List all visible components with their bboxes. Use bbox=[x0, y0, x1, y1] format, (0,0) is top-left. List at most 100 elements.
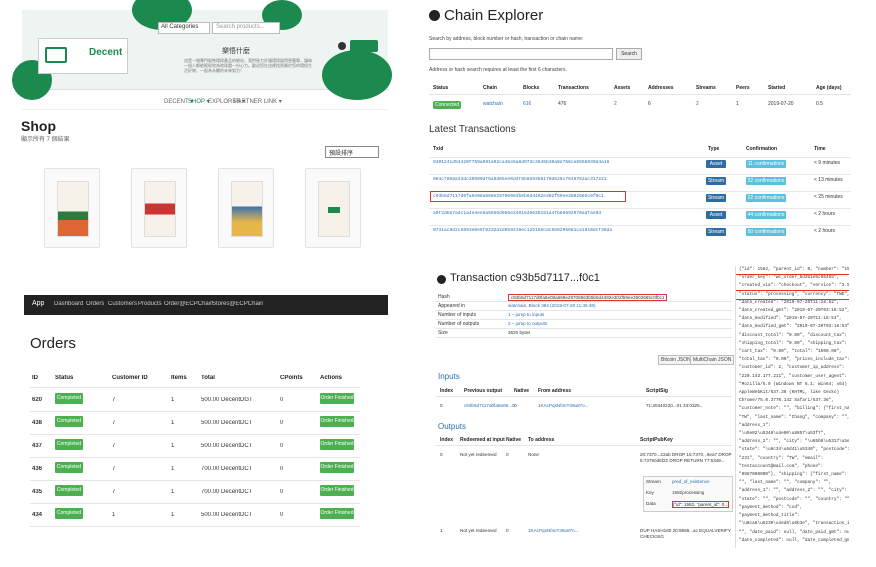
json-line: "created_via": "checkout", "version": "3… bbox=[739, 283, 849, 289]
multichain-json-button[interactable]: MultiChain JSON bbox=[690, 355, 735, 365]
order-id: 620 bbox=[32, 397, 43, 403]
status-col-header: Addresses bbox=[648, 85, 674, 91]
nav-partner-link[interactable]: PARTNER LINK ▾ bbox=[234, 98, 282, 105]
txid-link[interactable]: 0731ac9d2c5693e0e5f0232d2d959419ec125155… bbox=[433, 228, 629, 233]
input-cell[interactable]: 1KAcPqsNf4oT39u87o... bbox=[538, 403, 589, 408]
col-customer-id: Customer ID bbox=[112, 375, 148, 381]
category-select[interactable]: All Categories bbox=[158, 22, 210, 34]
tx-field-value[interactable]: watchain, Block 384 (2019-07-20 11:48:48… bbox=[508, 303, 596, 308]
nav-customers[interactable]: Customers bbox=[108, 301, 137, 307]
order-finished-button[interactable]: Order Finished bbox=[320, 439, 354, 450]
field-divider bbox=[436, 310, 732, 311]
order-status-badge: Completed bbox=[55, 393, 83, 404]
field-divider bbox=[436, 301, 732, 302]
status-cell: 6 bbox=[648, 101, 651, 107]
json-line: "order_key": "wc_order_5d3b1e5c96455", bbox=[739, 275, 840, 281]
txid-link[interactable]: 084cf8b8a33dc30500df6a8d65ee0d4f8b8b9356… bbox=[433, 177, 629, 182]
json-panel: {"id": 1582, "parent_id": 0, "number": "… bbox=[735, 266, 849, 548]
json-line: "231", "country": "TW", "email": bbox=[739, 455, 824, 461]
search-input[interactable]: Search products... bbox=[212, 22, 280, 34]
order-items: 1 bbox=[171, 420, 175, 426]
tx-type-badge: Stream bbox=[706, 194, 726, 202]
order-items: 1 bbox=[171, 443, 175, 449]
order-items: 1 bbox=[171, 512, 175, 518]
site-logo[interactable]: Decent bbox=[38, 38, 128, 74]
output-cell: 1 bbox=[440, 528, 443, 533]
nav-products[interactable]: Products bbox=[138, 301, 162, 307]
order-status-badge: Completed bbox=[55, 485, 83, 496]
nav-dashboard[interactable]: Dashboard bbox=[54, 301, 83, 307]
output-cell[interactable]: 1KAcPqsNf4oT39u87o... bbox=[528, 528, 579, 533]
shop-result-count: 顯示所有 7 個結果 bbox=[21, 137, 70, 143]
tx-field-value[interactable]: 1 – jump to inputs bbox=[508, 312, 544, 317]
order-status-badge: Completed bbox=[55, 416, 83, 427]
order-cpoints: 0 bbox=[280, 443, 284, 449]
nav-stores-ecpchain[interactable]: Stores@ECPChain bbox=[212, 301, 263, 307]
order-id: 435 bbox=[32, 489, 43, 495]
txid-link[interactable]: a0f2dbb7adc1a4e4ee6a5556d966e24015466361… bbox=[433, 211, 629, 216]
order-cpoints: 0 bbox=[280, 397, 284, 403]
json-line: "\u5e02\u5340\u4e00\u8857\u53f7", bbox=[739, 431, 826, 437]
json-line: "\u8ca8\u5230\u4ed8\u6b3e", "transaction… bbox=[739, 521, 849, 527]
output-cell: Not yet redeemed bbox=[460, 452, 497, 457]
output-col-header: ScriptPubKey bbox=[640, 437, 673, 443]
status-cell[interactable]: 616 bbox=[523, 101, 531, 107]
col-id: ID bbox=[32, 375, 38, 381]
admin-brand[interactable]: App bbox=[32, 300, 44, 307]
json-line: "total_tax": "0.00", "prices_include_tax… bbox=[739, 357, 849, 363]
order-finished-button[interactable]: Order Finished bbox=[320, 393, 354, 404]
json-line: Chrome/75.0.3770.142 Safari/537.36", bbox=[739, 398, 834, 404]
output-cell: 0 bbox=[440, 452, 443, 457]
explorer-search-button[interactable]: Search bbox=[616, 48, 642, 60]
nav-shop[interactable]: SHOP ▾ bbox=[188, 98, 210, 105]
table-row-divider bbox=[30, 457, 360, 458]
txid-link[interactable]: 9301241d54420f759a591a02ca4be5a8d973c364… bbox=[433, 160, 629, 165]
product-card[interactable] bbox=[44, 168, 100, 248]
field-divider bbox=[436, 328, 732, 329]
bitcoin-json-button[interactable]: Bitcoin JSON bbox=[658, 355, 694, 365]
order-finished-button[interactable]: Order Finished bbox=[320, 462, 354, 473]
tx-type-badge: Stream bbox=[706, 228, 726, 236]
field-divider bbox=[436, 319, 732, 320]
input-cell: 0 bbox=[514, 403, 517, 408]
nav-orders[interactable]: Orders bbox=[86, 301, 104, 307]
json-line: "customer_id": 2, "customer_ip_address": bbox=[739, 365, 845, 371]
user-icon[interactable] bbox=[338, 42, 346, 50]
tx-col-header: Confirmation bbox=[746, 146, 778, 152]
stream-value: 1582processing bbox=[672, 490, 705, 495]
stream-value: {"id": 1582, "parent_id": 0... bbox=[672, 501, 730, 508]
order-total: 500.00 DecentDCT bbox=[201, 420, 253, 426]
shop-nav: DECENT ▾ SHOP ▾ EXPLORER ▾ PARTNER LINK … bbox=[22, 94, 388, 110]
header-button[interactable] bbox=[350, 40, 378, 52]
status-cell[interactable]: 2 bbox=[696, 101, 699, 107]
sort-select[interactable]: 預設排序 bbox=[325, 146, 379, 158]
admin-navbar: App Dashboard Orders Customers Products … bbox=[24, 295, 388, 315]
stream-value[interactable]: pred_of_existence bbox=[672, 479, 710, 484]
explorer-search-input[interactable] bbox=[429, 48, 613, 60]
status-cell: 476 bbox=[558, 101, 567, 107]
input-col-header: Native bbox=[514, 388, 530, 394]
product-card[interactable] bbox=[218, 168, 274, 248]
tx-field-value[interactable]: 2 – jump to outputs bbox=[508, 321, 547, 326]
status-col-header: Transactions bbox=[558, 85, 589, 91]
input-cell[interactable]: c93b5d7117d0fa5e08...0 bbox=[464, 403, 515, 408]
order-total: 500.00 DecentDCT bbox=[201, 512, 253, 518]
nav-order-ecpchain[interactable]: Order@ECPChain bbox=[164, 301, 213, 307]
status-cell[interactable]: 2 bbox=[614, 101, 617, 107]
json-line: "address_2": "", "city": "\u65b0\u5317\u… bbox=[739, 439, 849, 445]
tx-field-label: Appeared in bbox=[438, 303, 465, 309]
json-line: "payment_method_title": bbox=[739, 513, 800, 519]
orders-title: Orders bbox=[30, 335, 76, 352]
txid-link[interactable]: c93b5d7117d0fa5e08a669e29706963b5b6d4492… bbox=[430, 191, 626, 202]
tx-confirmations-badge: 50 confirmations bbox=[746, 228, 786, 236]
tx-confirmations-badge: 22 confirmations bbox=[746, 194, 786, 202]
table-row-divider bbox=[30, 503, 360, 504]
order-finished-button[interactable]: Order Finished bbox=[320, 416, 354, 427]
product-card[interactable] bbox=[305, 168, 361, 248]
product-card[interactable] bbox=[131, 168, 187, 248]
col-status: Status bbox=[55, 375, 74, 381]
order-finished-button[interactable]: Order Finished bbox=[320, 508, 354, 519]
status-cell[interactable]: watchain bbox=[483, 101, 503, 107]
order-finished-button[interactable]: Order Finished bbox=[320, 485, 354, 496]
input-cell: 71:30440220...01 33:0325... bbox=[646, 403, 704, 408]
